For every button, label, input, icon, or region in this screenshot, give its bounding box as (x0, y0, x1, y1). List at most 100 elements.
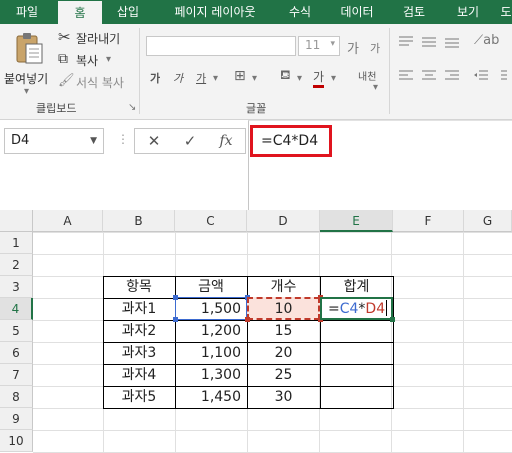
clipboard-launcher-icon[interactable]: ↘ (128, 102, 136, 113)
table-cell-item[interactable]: 과자2 (103, 320, 175, 342)
table-cell-item[interactable]: 과자4 (103, 364, 175, 386)
formula-ref-c4: C4 (339, 301, 359, 317)
table-cell-amount[interactable]: 1,200 (175, 320, 247, 342)
underline-dropdown-icon[interactable]: ▾ (213, 73, 218, 84)
table-cell-count[interactable]: 30 (247, 386, 320, 408)
fill-color-dropdown-icon[interactable]: ▾ (297, 73, 302, 84)
row-header-6[interactable]: 6 (0, 342, 33, 364)
font-color-dropdown-icon[interactable]: ▾ (331, 73, 336, 84)
row-header-8[interactable]: 8 (0, 386, 33, 408)
decrease-font-button[interactable]: 가 (370, 40, 380, 56)
table-cell-amount[interactable]: 1,500 (175, 298, 247, 320)
borders-icon[interactable]: ⊞ (234, 68, 246, 84)
formula-equals: = (328, 301, 340, 317)
table-cell-amount[interactable]: 1,450 (175, 386, 247, 408)
middle-align-icon[interactable] (422, 36, 436, 48)
tab-review[interactable]: 검토 (392, 0, 436, 24)
copy-button[interactable]: ⧉ 복사 ▾ (58, 51, 128, 70)
name-box-dropdown-icon[interactable]: ▼ (90, 129, 97, 153)
formula-bar-grip-icon[interactable]: ⋮ (117, 132, 129, 146)
format-painter-icon: 🖌 (58, 73, 75, 88)
formula-ref-d4: D4 (365, 301, 386, 317)
column-header-f[interactable]: F (393, 210, 464, 232)
table-cell-item[interactable]: 과자1 (103, 298, 175, 320)
row-header-2[interactable]: 2 (0, 254, 33, 276)
column-header-g[interactable]: G (464, 210, 512, 232)
column-header-c[interactable]: C (175, 210, 247, 232)
table-cell-amount[interactable]: 1,300 (175, 364, 247, 386)
underline-button[interactable]: 가 (196, 70, 206, 86)
table-header-count[interactable]: 개수 (247, 276, 320, 298)
tab-page-layout[interactable]: 페이지 레이아웃 (156, 0, 274, 24)
paste-label: 붙여넣기 (4, 72, 49, 86)
font-name-box[interactable] (146, 36, 296, 56)
column-header-a[interactable]: A (33, 210, 103, 232)
table-cell-item[interactable]: 과자5 (103, 386, 175, 408)
cut-label: 잘라내기 (76, 32, 121, 46)
paste-dropdown-icon[interactable]: ▾ (24, 86, 29, 97)
phonetic-dropdown-icon[interactable]: ▾ (373, 82, 378, 93)
enter-icon[interactable]: ✓ (177, 131, 203, 151)
align-center-icon[interactable] (422, 70, 436, 82)
table-header-amount[interactable]: 금액 (175, 276, 247, 298)
top-align-icon[interactable] (399, 36, 413, 48)
row-header-1[interactable]: 1 (0, 232, 33, 254)
italic-button[interactable]: 가 (173, 70, 183, 86)
row-header-3[interactable]: 3 (0, 276, 33, 298)
font-size-box[interactable]: 11 ▾ (298, 36, 340, 56)
text-cursor (386, 300, 388, 316)
ribbon-home: 붙여넣기 ▾ ✂ 잘라내기 ⧉ 복사 ▾ 🖌 서식 복사 클립보드 ↘ 11 ▾… (0, 24, 512, 120)
bold-button[interactable]: 가 (150, 70, 160, 86)
format-painter-label: 서식 복사 (76, 76, 124, 90)
paste-button[interactable]: 붙여넣기 ▾ (4, 30, 54, 100)
formula-buttons: ✕ ✓ fx (134, 128, 246, 154)
borders-dropdown-icon[interactable]: ▾ (252, 73, 257, 84)
column-header-b[interactable]: B (103, 210, 175, 232)
decrease-indent-icon[interactable] (474, 70, 488, 82)
format-painter-button[interactable]: 🖌 서식 복사 (58, 73, 134, 92)
table-cell-amount[interactable]: 1,100 (175, 342, 247, 364)
row-header-5[interactable]: 5 (0, 320, 33, 342)
fill-color-icon[interactable]: ⛾ (280, 68, 291, 85)
table-header-item[interactable]: 항목 (103, 276, 175, 298)
bottom-align-icon[interactable] (445, 36, 459, 48)
tab-insert[interactable]: 삽입 (106, 0, 150, 24)
font-color-button[interactable]: 가 (313, 68, 325, 88)
copy-dropdown-icon[interactable]: ▾ (106, 54, 111, 65)
align-left-icon[interactable] (399, 70, 413, 82)
copy-label: 복사 (76, 54, 99, 68)
increase-font-button[interactable]: 가 (347, 38, 359, 57)
table-header-total[interactable]: 합계 (320, 276, 393, 298)
cut-button[interactable]: ✂ 잘라내기 (58, 28, 128, 48)
font-size-value: 11 (305, 38, 321, 52)
cancel-icon[interactable]: ✕ (141, 131, 167, 151)
table-cell-item[interactable]: 과자3 (103, 342, 175, 364)
column-header-e[interactable]: E (320, 210, 393, 232)
tab-home[interactable]: 홈 (58, 0, 102, 24)
table-cell-count[interactable]: 20 (247, 342, 320, 364)
phonetic-button[interactable]: 내천 (358, 68, 376, 83)
row-header-10[interactable]: 10 (0, 430, 33, 452)
insert-function-icon[interactable]: fx (213, 131, 239, 151)
tab-view[interactable]: 보기 (446, 0, 490, 24)
ribbon-divider (139, 28, 140, 114)
tab-overflow[interactable]: 도 (496, 0, 512, 24)
copy-icon: ⧉ (58, 51, 68, 67)
tab-file[interactable]: 파일 (2, 0, 52, 24)
name-box[interactable]: D4 ▼ (4, 128, 104, 154)
tab-data[interactable]: 데이터 (330, 0, 384, 24)
column-header-d[interactable]: D (247, 210, 320, 232)
table-cell-count[interactable]: 25 (247, 364, 320, 386)
row-header-7[interactable]: 7 (0, 364, 33, 386)
tab-formulas[interactable]: 수식 (278, 0, 322, 24)
row-header-9[interactable]: 9 (0, 408, 33, 430)
table-cell-count[interactable]: 10 (247, 298, 320, 320)
align-right-icon[interactable] (445, 70, 459, 82)
table-cell-count[interactable]: 15 (247, 320, 320, 342)
select-all-corner[interactable] (0, 210, 33, 232)
font-size-dropdown-icon: ▾ (330, 39, 335, 49)
increase-indent-icon[interactable] (497, 70, 507, 82)
editing-formula-text[interactable]: =C4*D4 (322, 298, 392, 320)
orientation-icon[interactable]: ⟋ab (474, 33, 499, 48)
row-header-4[interactable]: 4 (0, 298, 33, 320)
